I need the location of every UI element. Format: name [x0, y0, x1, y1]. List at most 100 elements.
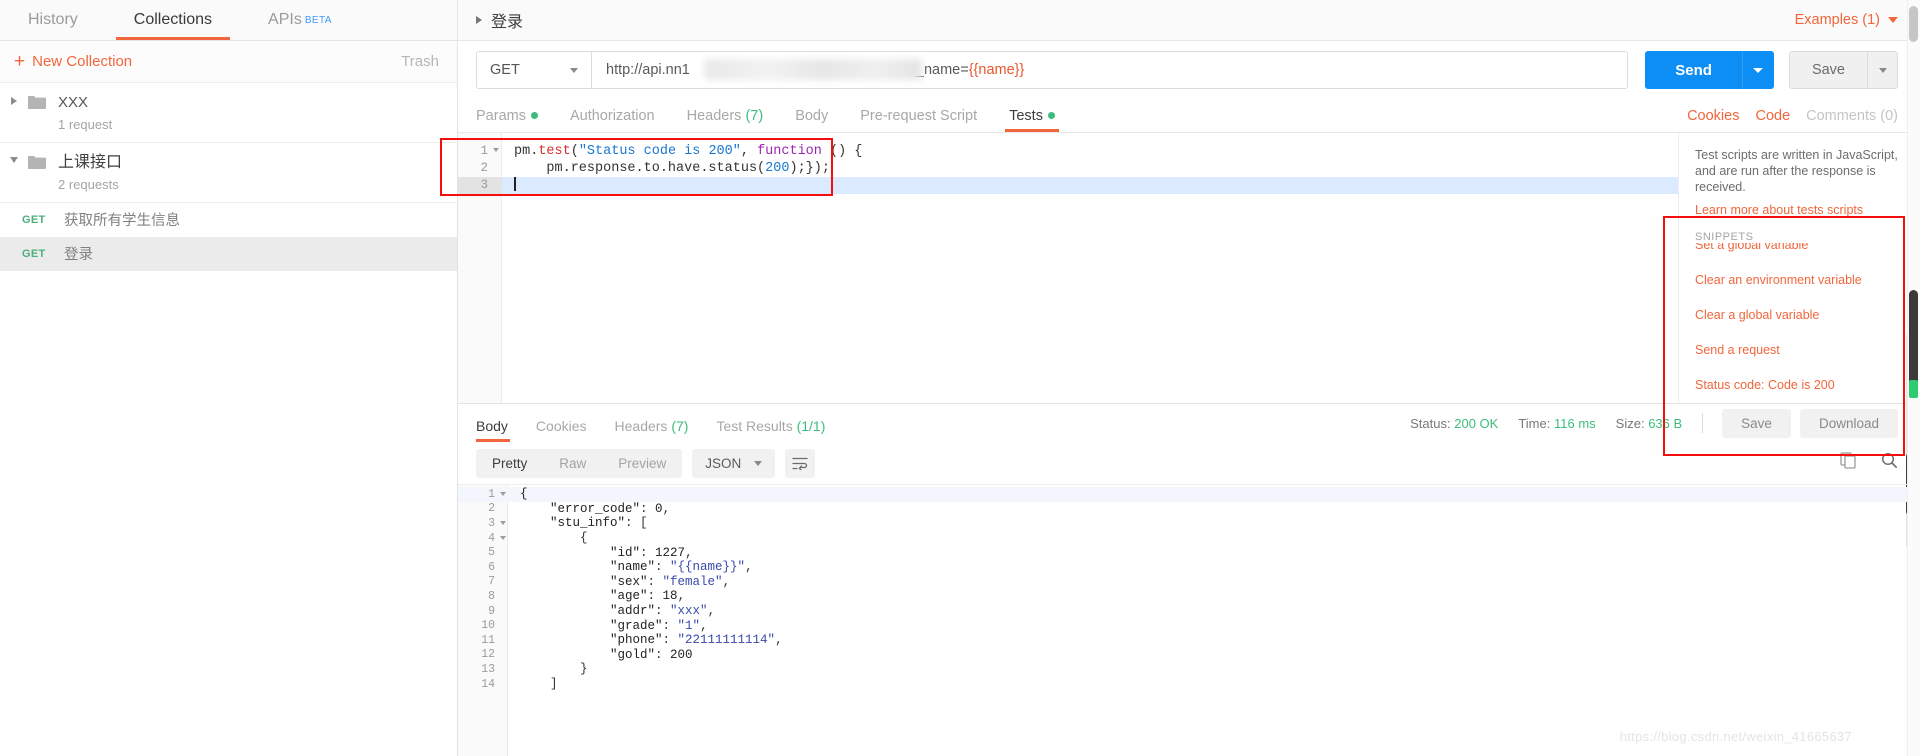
response-tab-cookies[interactable]: Cookies — [522, 418, 601, 442]
cookies-link[interactable]: Cookies — [1687, 108, 1739, 124]
request-name: 登录 — [64, 247, 93, 263]
line-number: 9 — [488, 604, 495, 618]
trash-link[interactable]: Trash — [401, 53, 439, 70]
search-button[interactable] — [1881, 452, 1898, 474]
tab-pre-request-script[interactable]: Pre-request Script — [844, 108, 993, 132]
sidebar-tab-apis[interactable]: APIs BETA — [240, 0, 360, 40]
view-mode-preview[interactable]: Preview — [602, 449, 682, 478]
chevron-down-icon[interactable] — [0, 153, 28, 192]
fold-triangle-icon[interactable] — [500, 491, 506, 496]
code-link[interactable]: Code — [1755, 108, 1790, 124]
response-save-button[interactable]: Save — [1722, 408, 1791, 438]
fold-triangle-icon[interactable] — [500, 520, 506, 525]
tab-params-label: Params — [476, 108, 526, 124]
response-tab-test-results-label: Test Results — [716, 418, 793, 434]
request-method: GET — [22, 247, 46, 260]
view-mode-pretty[interactable]: Pretty — [476, 449, 543, 478]
response-panel: Body Cookies Headers (7) Test Results (1… — [458, 403, 1920, 756]
url-input[interactable]: http://api.nn1 u_name= {{name}} — [591, 51, 1629, 89]
request-item-get-students[interactable]: GET 获取所有学生信息 — [0, 203, 457, 237]
save-dropdown-button[interactable] — [1868, 51, 1898, 89]
save-group: Save — [1788, 51, 1898, 89]
snippets-panel: Test scripts are written in JavaScript, … — [1678, 133, 1920, 548]
main-panel: 登录 Examples (1) GET http://api.nn1 u_nam… — [458, 0, 1920, 756]
new-collection-button[interactable]: + New Collection — [14, 52, 132, 71]
send-dropdown-button[interactable] — [1741, 51, 1774, 89]
json-line: 2 "error_code": 0, — [458, 502, 1920, 517]
chevron-right-icon[interactable] — [0, 93, 28, 132]
json-line: 4 { — [458, 531, 1920, 546]
json-text: "id": 1227, — [610, 545, 693, 560]
sidebar-tab-collections[interactable]: Collections — [106, 0, 240, 40]
json-text: "addr": "xxx", — [610, 604, 716, 619]
line-number: 14 — [481, 677, 495, 691]
send-button[interactable]: Send — [1645, 51, 1742, 89]
learn-more-link[interactable]: Learn more about tests scripts — [1695, 203, 1863, 217]
tab-tests[interactable]: Tests — [993, 108, 1071, 132]
snippet-item[interactable]: Set a global variable — [1695, 243, 1904, 253]
collection-meta: 1 request — [58, 117, 113, 132]
code-line: 3 — [458, 176, 1678, 194]
method-select[interactable]: GET — [476, 51, 591, 89]
request-title-wrap[interactable]: 登录 — [476, 8, 523, 32]
format-select[interactable]: JSON — [692, 448, 776, 478]
page-title: 登录 — [491, 14, 524, 31]
url-prefix: http://api.nn1 — [606, 62, 690, 78]
green-dot-icon — [530, 112, 538, 119]
response-meta: Status: 200 OK Time: 116 ms Size: 636 B … — [1410, 408, 1898, 438]
json-text: "stu_info": [ — [550, 516, 648, 531]
tab-headers-count: (7) — [745, 108, 764, 124]
json-line: 13 } — [458, 662, 1920, 677]
view-mode-raw[interactable]: Raw — [543, 449, 602, 478]
snippet-item[interactable]: Status code: Code is 200 — [1695, 378, 1904, 393]
json-text: "age": 18, — [610, 589, 686, 604]
response-tab-headers[interactable]: Headers (7) — [601, 418, 703, 442]
line-number: 4 — [458, 532, 508, 545]
line-number: 2 — [488, 502, 495, 516]
response-tab-body[interactable]: Body — [476, 418, 522, 442]
wrap-lines-button[interactable] — [785, 448, 816, 478]
page-scrollbar-thumb[interactable] — [1909, 290, 1918, 390]
collection-item-shangke[interactable]: 上课接口 2 requests — [0, 143, 457, 203]
page-scrollbar-thumb-top[interactable] — [1909, 6, 1918, 42]
request-item-login[interactable]: GET 登录 — [0, 237, 457, 271]
json-line: 9 "addr": "xxx", — [458, 604, 1920, 619]
save-button[interactable]: Save — [1788, 51, 1868, 89]
chevron-down-icon — [1888, 17, 1898, 23]
url-row: GET http://api.nn1 u_name= {{name}} Send… — [458, 41, 1920, 99]
copy-button[interactable] — [1840, 452, 1857, 474]
tab-params[interactable]: Params — [476, 108, 554, 132]
line-number: 6 — [488, 560, 495, 574]
json-line: 7 "sex": "female", — [458, 575, 1920, 590]
test-script-code[interactable]: 1 pm.test("Status code is 200", function … — [458, 133, 1678, 194]
chevron-down-icon — [570, 67, 578, 73]
response-header: Body Cookies Headers (7) Test Results (1… — [458, 404, 1920, 442]
json-text: } — [520, 662, 588, 677]
response-tab-test-results[interactable]: Test Results (1/1) — [702, 418, 839, 442]
snippet-item[interactable]: Clear a global variable — [1695, 308, 1904, 323]
fold-triangle-icon[interactable] — [493, 148, 499, 152]
fold-triangle-icon[interactable] — [500, 535, 506, 540]
line-number: 3 — [458, 177, 502, 194]
collection-meta: 2 requests — [58, 177, 119, 192]
examples-dropdown[interactable]: Examples (1) — [1795, 12, 1898, 28]
test-script-editor[interactable]: 1 pm.test("Status code is 200", function … — [458, 133, 1678, 403]
response-body-viewer[interactable]: 1{2 "error_code": 0, 3 "stu_info": [4 {5 … — [458, 484, 1920, 756]
sidebar-tab-history[interactable]: History — [0, 0, 106, 40]
collection-item-xxx[interactable]: XXX 1 request — [0, 83, 457, 143]
request-method: GET — [22, 213, 46, 226]
tab-body[interactable]: Body — [779, 108, 844, 132]
snippet-item[interactable]: Send a request — [1695, 343, 1904, 358]
json-line: 12 "gold": 200 — [458, 648, 1920, 663]
size-indicator: Size: 636 B — [1616, 416, 1683, 431]
chevron-down-icon — [1753, 67, 1764, 73]
line-number: 2 — [480, 161, 488, 175]
response-download-button[interactable]: Download — [1799, 408, 1898, 438]
tests-editor-area: 1 pm.test("Status code is 200", function … — [458, 133, 1920, 548]
snippet-item[interactable]: Clear an environment variable — [1695, 273, 1904, 288]
tab-authorization[interactable]: Authorization — [554, 108, 671, 132]
plus-icon: + — [14, 51, 26, 72]
comments-link[interactable]: Comments (0) — [1806, 108, 1898, 124]
format-value: JSON — [705, 455, 742, 471]
tab-headers[interactable]: Headers (7) — [671, 108, 780, 132]
